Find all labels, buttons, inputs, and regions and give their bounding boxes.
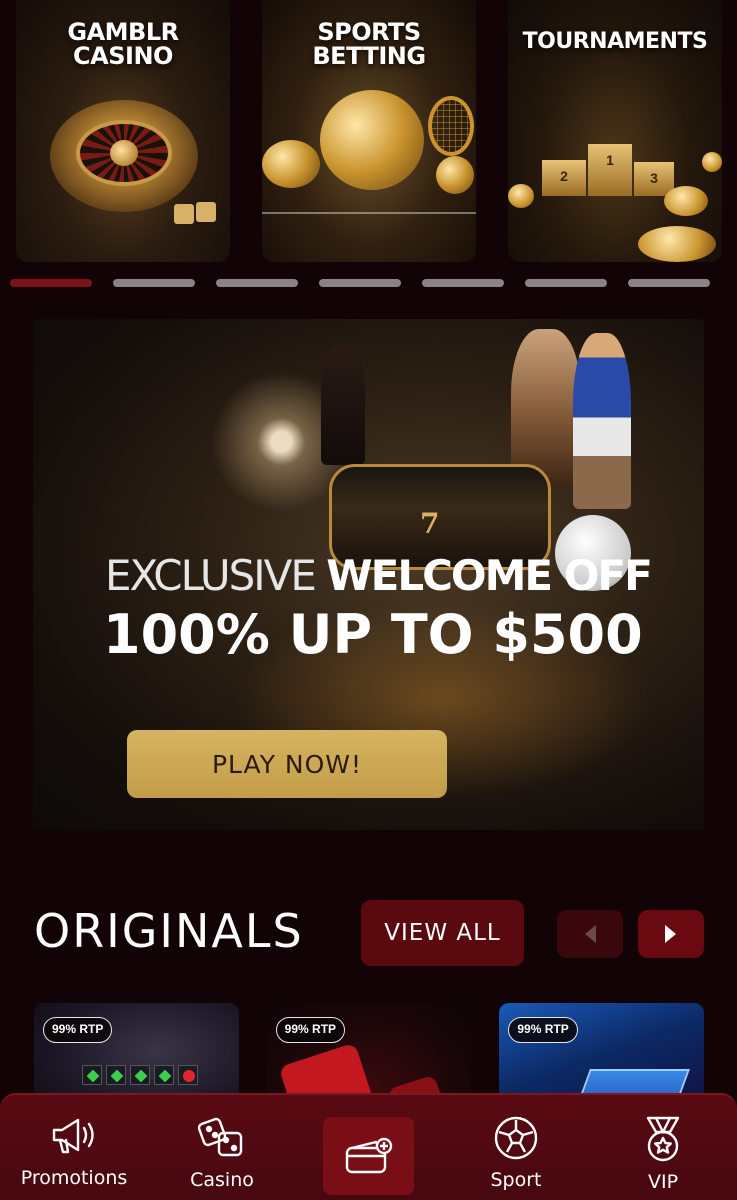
rtp-badge: 99% RTP [275,1017,346,1043]
nav-label: Promotions [20,1167,128,1189]
carousel-dot[interactable] [422,279,504,287]
tennis-ball-image [436,156,474,194]
coin-image [702,152,722,172]
nav-item-vip[interactable]: VIP [630,1095,696,1200]
offer-headline-bold: WELCOME OFF [326,551,652,600]
dice-image [196,202,216,222]
category-card-casino[interactable]: GAMBLR CASINO [16,0,230,262]
chevron-right-icon [665,925,676,943]
nav-label: Casino [190,1169,254,1191]
roulette-wheel-image [50,100,198,212]
category-card-sports[interactable]: SPORTS BETTING [262,0,476,262]
nav-label: Sport [490,1169,542,1191]
carousel-dot[interactable] [113,279,195,287]
carousel-dot[interactable] [216,279,298,287]
racket-image [428,96,474,156]
rtp-badge: 99% RTP [43,1017,113,1043]
nav-item-wallet[interactable] [323,1117,414,1195]
mine-icon [178,1065,198,1085]
offer-headline: EXCLUSIVE WELCOME OFF [105,551,653,600]
chevron-left-icon [585,925,596,943]
play-now-button[interactable]: PLAY NOW! [127,730,447,798]
coin-image [664,186,708,216]
gem-icon [82,1065,102,1085]
welcome-offer-banner[interactable]: 7 EXCLUSIVE WELCOME OFF 100% UP TO $500 … [33,319,704,830]
nav-item-promotions[interactable]: Promotions [14,1095,134,1200]
bottom-navigation: Promotions Casino Sport VIP [0,1093,737,1200]
coin-image [638,226,716,262]
nav-label: VIP [647,1171,679,1193]
category-carousel: GAMBLR CASINO SPORTS BETTING 2 1 3 TOURN… [16,0,722,262]
soccer-ball-icon [494,1116,538,1160]
podium-second: 2 [542,160,586,196]
megaphone-icon [52,1118,94,1154]
podium-first: 1 [588,144,632,196]
football-image [262,140,320,188]
dice-image [174,204,194,224]
dealer-figure [321,345,365,465]
dice-icon [197,1117,243,1157]
nav-item-sport[interactable]: Sport [474,1095,558,1200]
coin-image [508,184,534,208]
carousel-dot[interactable] [525,279,607,287]
category-card-tournaments[interactable]: 2 1 3 TOURNAMENTS [508,0,722,262]
view-all-button[interactable]: VIEW ALL [361,900,524,966]
medal-star-icon [646,1116,680,1162]
gem-icon [130,1065,150,1085]
nav-item-casino[interactable]: Casino [178,1095,266,1200]
category-title: GAMBLR CASINO [67,18,179,70]
offer-amount: 100% UP TO $500 [103,603,643,666]
category-title: SPORTS BETTING [312,18,426,70]
carousel-dot[interactable] [319,279,401,287]
carousel-dot[interactable] [10,279,92,287]
slot-symbol: 7 [420,507,440,540]
rtp-badge: 99% RTP [508,1017,578,1043]
gem-icon [106,1065,126,1085]
soccer-ball-image [320,90,424,190]
next-button[interactable] [638,910,704,958]
previous-button[interactable] [557,910,623,958]
section-title-originals: ORIGINALS [34,904,304,958]
category-title: TOURNAMENTS [522,29,708,54]
wallet-plus-icon [345,1137,392,1174]
soccer-player-figure [573,333,631,509]
gem-icon [154,1065,174,1085]
offer-headline-thin: EXCLUSIVE [105,551,327,600]
carousel-pagination [10,279,716,287]
carousel-dot[interactable] [628,279,710,287]
